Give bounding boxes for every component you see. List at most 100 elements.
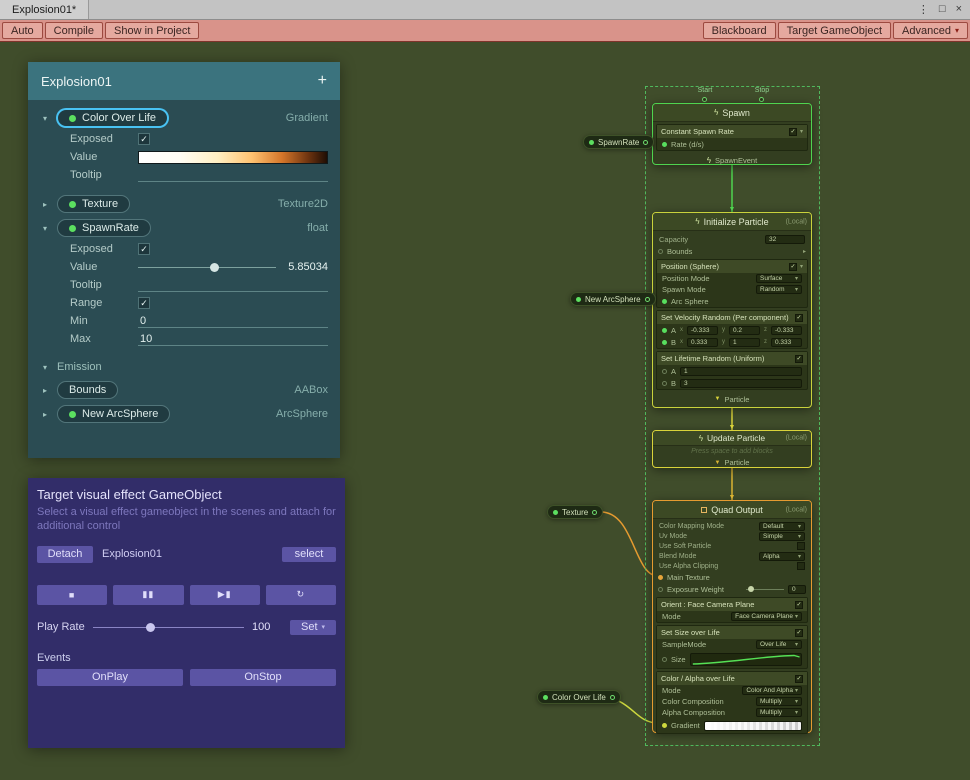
auto-button[interactable]: Auto [2,22,43,39]
blend-mode-dropdown[interactable]: Alpha ▾ [759,552,805,561]
arc-sphere-input-port[interactable] [662,299,667,304]
block-enabled-checkbox[interactable]: ✓ [789,263,797,271]
position-mode-dropdown[interactable]: Surface ▾ [756,274,802,283]
advanced-dropdown-button[interactable]: Advanced ▾ [893,22,968,39]
param-pill-bounds[interactable]: Bounds [57,381,118,399]
value-slider[interactable] [138,261,276,273]
param-pill-new-arcsphere[interactable]: New ArcSphere [57,405,170,423]
output-port[interactable] [610,695,615,700]
select-button[interactable]: select [282,547,336,562]
spawn-context-node[interactable]: ϟ Spawn Constant Spawn Rate ✓ ▾ Rate (d/… [652,103,812,165]
uv-mode-dropdown[interactable]: Simple ▾ [759,532,805,541]
expand-caret-icon[interactable]: ▸ [803,248,806,255]
a-x-field[interactable]: -0.333 [687,326,718,335]
node-header[interactable]: ϟ Spawn [653,104,811,122]
exposure-weight-slider[interactable] [746,585,784,594]
play-rate-slider[interactable] [93,621,244,633]
add-parameter-button[interactable]: + [318,72,327,90]
step-button[interactable]: ▶▮ [190,585,260,605]
param-pill-texture[interactable]: Texture [57,195,130,213]
collapse-caret-icon[interactable]: ▾ [800,128,803,135]
collapse-caret-icon[interactable]: ▾ [800,263,803,270]
spawn-mode-dropdown[interactable]: Random ▾ [756,285,802,294]
output-port[interactable] [645,297,650,302]
rate-input-port[interactable] [662,142,667,147]
chevron-right-icon[interactable]: ▸ [40,200,50,209]
blackboard-panel[interactable]: Explosion01 + ▾ Color Over Life Gradient… [28,62,340,458]
node-header[interactable]: ϟ Update Particle (Local) [653,431,811,446]
block-header[interactable]: Color / Alpha over Life ✓ [657,672,807,685]
slider-knob[interactable] [748,586,754,592]
node-header[interactable]: ϟ Initialize Particle (Local) [653,213,811,231]
a-input-port[interactable] [662,369,667,374]
chevron-right-icon[interactable]: ▸ [40,410,50,419]
soft-particle-checkbox[interactable] [797,542,805,550]
spawn-start-port[interactable] [702,97,707,102]
sample-mode-dropdown[interactable]: Over Life ▾ [756,640,802,649]
gradient-input-port[interactable] [662,723,667,728]
block-header[interactable]: Set Lifetime Random (Uniform) ✓ [657,352,807,365]
target-gameobject-panel[interactable]: Target visual effect GameObject Select a… [28,478,345,748]
chevron-right-icon[interactable]: ▸ [40,386,50,395]
exposure-weight-field[interactable]: 0 [788,585,806,594]
block-enabled-checkbox[interactable]: ✓ [789,128,797,136]
node-header[interactable]: Quad Output (Local) [653,501,811,519]
block-header[interactable]: Orient : Face Camera Plane ✓ [657,598,807,611]
a-y-field[interactable]: 0.2 [729,326,760,335]
position-sphere-block[interactable]: Position (Sphere) ✓ ▾ Position Mode Surf… [656,259,808,308]
asset-tab[interactable]: Explosion01* [0,0,89,19]
onplay-button[interactable]: OnPlay [37,669,183,686]
target-gameobject-toggle-button[interactable]: Target GameObject [778,22,891,39]
size-curve-field[interactable] [690,653,802,666]
play-rate-value-field[interactable]: 100 [252,621,282,633]
set-velocity-random-block[interactable]: Set Velocity Random (Per component) ✓ A … [656,310,808,349]
flow-output-port[interactable]: ▼ [715,396,721,402]
chevron-down-icon[interactable]: ▾ [40,114,50,123]
slider-knob[interactable] [210,263,219,272]
block-header[interactable]: Set Size over Life ✓ [657,626,807,639]
capacity-field[interactable]: 32 [765,235,805,244]
color-mapping-dropdown[interactable]: Default ▾ [759,522,805,531]
max-input[interactable]: 10 [138,333,328,346]
slider-knob[interactable] [146,623,155,632]
block-enabled-checkbox[interactable]: ✓ [795,601,803,609]
lifetime-b-field[interactable]: 3 [680,379,802,388]
detach-button[interactable]: Detach [37,546,93,563]
parameter-node-color-over-life[interactable]: Color Over Life [537,690,621,704]
b-x-field[interactable]: 0.333 [687,338,718,347]
flow-input-port[interactable]: ▼ [729,424,736,431]
exposed-checkbox[interactable]: ✓ [138,243,150,255]
exposure-weight-input-port[interactable] [658,587,663,592]
b-input-port[interactable] [662,340,667,345]
value-number-field[interactable]: 5.85034 [282,261,328,273]
update-context-node[interactable]: ▼ ϟ Update Particle (Local) Press space … [652,430,812,468]
close-icon[interactable]: × [956,3,962,16]
color-composition-dropdown[interactable]: Multiply ▾ [756,697,802,706]
set-lifetime-random-block[interactable]: Set Lifetime Random (Uniform) ✓ A 1 B 3 [656,351,808,390]
block-enabled-checkbox[interactable]: ✓ [795,629,803,637]
color-mode-dropdown[interactable]: Color And Alpha ▾ [742,686,802,695]
gradient-preview-field[interactable] [138,151,328,164]
alpha-composition-dropdown[interactable]: Multiply ▾ [756,708,802,717]
menu-icon[interactable]: ⋮ [918,3,929,16]
a-z-field[interactable]: -0.333 [771,326,802,335]
bounds-input-port[interactable] [658,249,663,254]
parameter-node-new-arcsphere[interactable]: New ArcSphere [570,292,656,306]
constant-spawn-rate-block[interactable]: Constant Spawn Rate ✓ ▾ Rate (d/s) [656,124,808,151]
block-enabled-checkbox[interactable]: ✓ [795,314,803,322]
color-alpha-over-life-block[interactable]: Color / Alpha over Life ✓ Mode Color And… [656,671,808,734]
space-label[interactable]: (Local) [786,435,807,442]
orient-block[interactable]: Orient : Face Camera Plane ✓ Mode Face C… [656,597,808,623]
block-enabled-checkbox[interactable]: ✓ [795,355,803,363]
main-texture-input-port[interactable] [658,575,663,580]
stop-button[interactable]: ■ [37,585,107,605]
category-row-emission[interactable]: ▾ Emission [28,356,340,378]
exposed-checkbox[interactable]: ✓ [138,133,150,145]
show-in-project-button[interactable]: Show in Project [105,22,199,39]
param-pill-spawnrate[interactable]: SpawnRate [57,219,151,237]
set-size-over-life-block[interactable]: Set Size over Life ✓ SampleMode Over Lif… [656,625,808,669]
space-label[interactable]: (Local) [786,506,807,513]
a-input-port[interactable] [662,328,667,333]
output-port[interactable] [592,510,597,515]
chevron-down-icon[interactable]: ▾ [40,363,50,372]
